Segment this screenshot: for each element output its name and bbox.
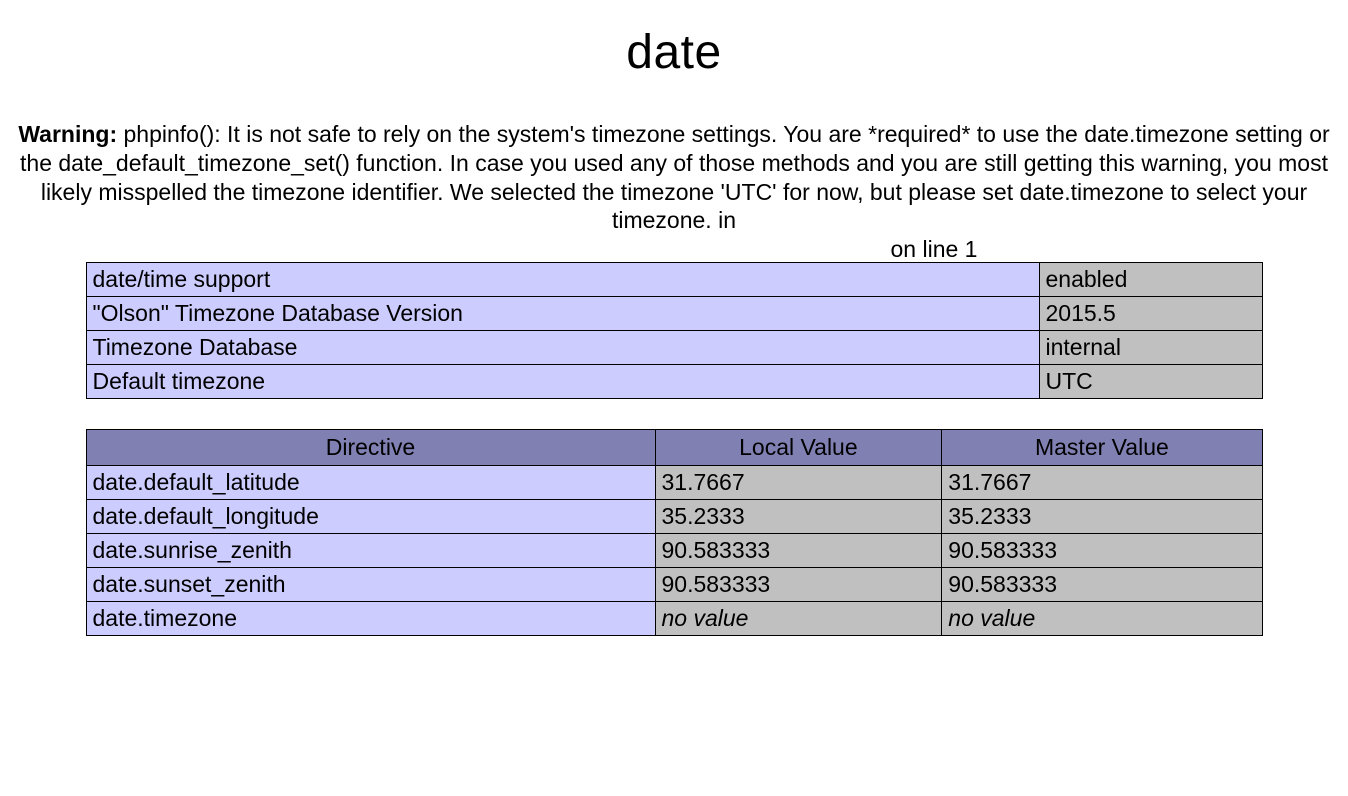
section-heading: date bbox=[0, 25, 1348, 80]
info-value: UTC bbox=[1039, 364, 1262, 398]
directive-name: date.default_longitude bbox=[86, 499, 655, 533]
info-label: Timezone Database bbox=[86, 330, 1039, 364]
directive-master-value: 35.2333 bbox=[942, 499, 1262, 533]
info-label: "Olson" Timezone Database Version bbox=[86, 296, 1039, 330]
table-row: date.sunset_zenith90.58333390.583333 bbox=[86, 567, 1262, 601]
warning-line-suffix: on line 1 bbox=[371, 236, 978, 262]
info-value: enabled bbox=[1039, 262, 1262, 296]
directive-name: date.sunset_zenith bbox=[86, 567, 655, 601]
col-header-local: Local Value bbox=[655, 429, 942, 465]
info-label: Default timezone bbox=[86, 364, 1039, 398]
table-header-row: Directive Local Value Master Value bbox=[86, 429, 1262, 465]
directive-local-value: 90.583333 bbox=[655, 533, 942, 567]
col-header-master: Master Value bbox=[942, 429, 1262, 465]
table-row: date.sunrise_zenith90.58333390.583333 bbox=[86, 533, 1262, 567]
info-label: date/time support bbox=[86, 262, 1039, 296]
info-value: 2015.5 bbox=[1039, 296, 1262, 330]
directive-master-value: 31.7667 bbox=[942, 465, 1262, 499]
directive-master-value: no value bbox=[942, 601, 1262, 635]
table-row: date/time supportenabled bbox=[86, 262, 1262, 296]
table-row: date.default_latitude31.766731.7667 bbox=[86, 465, 1262, 499]
directive-name: date.timezone bbox=[86, 601, 655, 635]
directive-local-value: 35.2333 bbox=[655, 499, 942, 533]
info-table: date/time supportenabled"Olson" Timezone… bbox=[86, 262, 1263, 399]
table-row: date.timezoneno valueno value bbox=[86, 601, 1262, 635]
table-row: Default timezoneUTC bbox=[86, 364, 1262, 398]
directive-local-value: no value bbox=[655, 601, 942, 635]
directive-name: date.sunrise_zenith bbox=[86, 533, 655, 567]
warning-prefix: Warning: bbox=[18, 121, 117, 147]
warning-body: phpinfo(): It is not safe to rely on the… bbox=[20, 121, 1330, 233]
warning-message: Warning: phpinfo(): It is not safe to re… bbox=[0, 120, 1348, 264]
table-row: "Olson" Timezone Database Version2015.5 bbox=[86, 296, 1262, 330]
table-row: date.default_longitude35.233335.2333 bbox=[86, 499, 1262, 533]
directive-table: Directive Local Value Master Value date.… bbox=[86, 429, 1263, 636]
directive-name: date.default_latitude bbox=[86, 465, 655, 499]
table-row: Timezone Databaseinternal bbox=[86, 330, 1262, 364]
directive-local-value: 90.583333 bbox=[655, 567, 942, 601]
directive-local-value: 31.7667 bbox=[655, 465, 942, 499]
info-value: internal bbox=[1039, 330, 1262, 364]
directive-master-value: 90.583333 bbox=[942, 567, 1262, 601]
directive-master-value: 90.583333 bbox=[942, 533, 1262, 567]
col-header-directive: Directive bbox=[86, 429, 655, 465]
